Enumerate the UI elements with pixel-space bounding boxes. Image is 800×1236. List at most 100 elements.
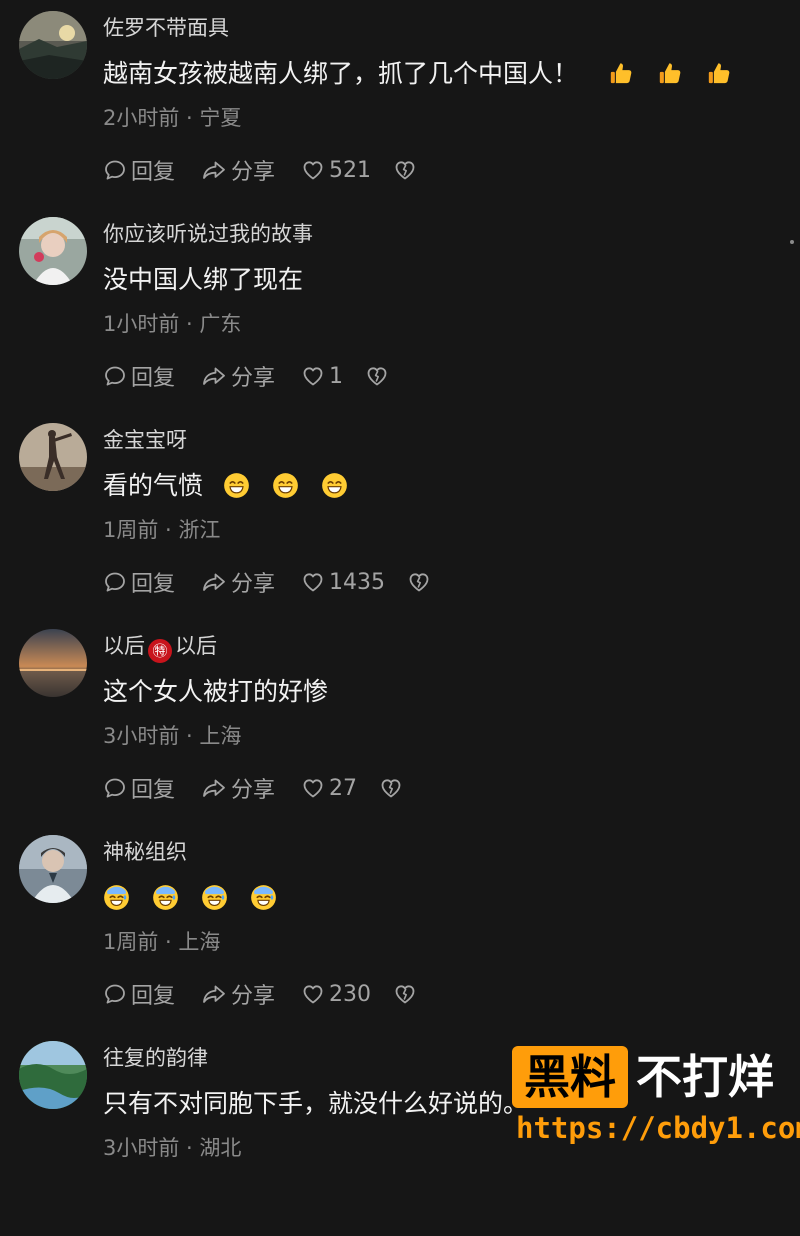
reply-button[interactable]: 回复 — [103, 566, 201, 598]
avatar[interactable] — [19, 11, 87, 79]
dislike-button[interactable] — [393, 158, 417, 182]
dislike-button[interactable] — [393, 982, 417, 1006]
comment-meta: 1小时前 · 广东 — [103, 312, 242, 336]
avatar[interactable] — [19, 835, 87, 903]
comment-text-body: 越南女孩被越南人绑了，抓了几个中国人！ — [103, 59, 579, 88]
share-icon — [201, 570, 227, 594]
username[interactable]: 金宝宝呀 — [103, 426, 187, 454]
avatar[interactable] — [19, 217, 87, 285]
username[interactable]: 佐罗不带面具 — [103, 14, 229, 42]
reply-button[interactable]: 回复 — [103, 154, 201, 186]
cold-sweat-face-icon — [103, 884, 130, 911]
comment-time: 3小时前 — [103, 1136, 180, 1160]
share-button[interactable]: 分享 — [201, 360, 301, 392]
reply-icon — [103, 570, 127, 594]
reply-label: 回复 — [131, 984, 176, 1009]
grinning-face-icon — [321, 472, 348, 499]
comment-text — [103, 880, 291, 916]
share-label: 分享 — [231, 572, 276, 597]
like-count: 521 — [329, 157, 371, 183]
share-icon — [201, 364, 227, 388]
watermark-url: https://cbdy1.com — [516, 1111, 800, 1145]
heart-icon — [301, 570, 325, 594]
comment-text: 没中国人绑了现在 — [103, 265, 304, 294]
heart-icon — [301, 158, 325, 182]
like-count: 1 — [329, 363, 343, 389]
dislike-button[interactable] — [379, 776, 403, 800]
like-count: 1435 — [329, 569, 385, 595]
comment-time: 3小时前 — [103, 724, 180, 748]
heart-icon — [301, 364, 325, 388]
reply-button[interactable]: 回复 — [103, 978, 201, 1010]
like-button[interactable]: 27 — [301, 776, 357, 801]
comment-item: 以后㊕以后 这个女人被打的好惨 3小时前 · 上海 回复 分享 27 — [0, 618, 800, 824]
comment-actions: 回复 分享 230 — [103, 976, 417, 1012]
comment-location: 宁夏 — [199, 106, 242, 130]
share-icon — [201, 776, 227, 800]
watermark: 黑料 不打烊 https://cbdy1.com — [512, 1044, 800, 1153]
dislike-button[interactable] — [365, 364, 389, 388]
badge-icon: ㊕ — [148, 639, 172, 663]
reply-label: 回复 — [131, 572, 176, 597]
like-button[interactable]: 521 — [301, 158, 371, 183]
reply-icon — [103, 364, 127, 388]
username-part: 以后 — [175, 634, 217, 658]
avatar[interactable] — [19, 423, 87, 491]
comment-text: 越南女孩被越南人绑了，抓了几个中国人！ — [103, 56, 747, 92]
share-label: 分享 — [231, 366, 276, 391]
username[interactable]: 往复的韵律 — [103, 1044, 208, 1072]
comment-actions: 回复 分享 1 — [103, 358, 389, 394]
comment-meta: 2小时前 · 宁夏 — [103, 106, 242, 130]
like-count: 230 — [329, 981, 371, 1007]
share-label: 分享 — [231, 160, 276, 185]
comment-meta: 3小时前 · 湖北 — [103, 1136, 242, 1160]
avatar[interactable] — [19, 1041, 87, 1109]
reply-button[interactable]: 回复 — [103, 772, 201, 804]
avatar[interactable] — [19, 629, 87, 697]
comment-item: 你应该听说过我的故事 没中国人绑了现在 1小时前 · 广东 回复 分享 1 — [0, 206, 800, 412]
like-button[interactable]: 1 — [301, 364, 343, 389]
comment-time: 2小时前 — [103, 106, 180, 130]
comment-location: 上海 — [199, 724, 242, 748]
username[interactable]: 神秘组织 — [103, 838, 187, 866]
comment-text: 只有不对同胞下手，就没什么好说的。 — [103, 1089, 529, 1118]
comment-actions: 回复 分享 521 — [103, 152, 417, 188]
comment-time: 1周前 — [103, 930, 159, 954]
comment-meta: 3小时前 · 上海 — [103, 724, 242, 748]
grinning-face-icon — [223, 472, 250, 499]
like-button[interactable]: 230 — [301, 982, 371, 1007]
comment-location: 上海 — [178, 930, 221, 954]
share-button[interactable]: 分享 — [201, 772, 301, 804]
dislike-button[interactable] — [407, 570, 431, 594]
broken-heart-icon — [379, 776, 403, 800]
comment-location: 广东 — [199, 312, 242, 336]
heart-icon — [301, 982, 325, 1006]
username[interactable]: 以后㊕以后 — [103, 632, 217, 663]
share-button[interactable]: 分享 — [201, 978, 301, 1010]
avatar-image — [19, 11, 87, 79]
cold-sweat-face-icon — [201, 884, 228, 911]
comment-item: 佐罗不带面具 越南女孩被越南人绑了，抓了几个中国人！ 2小时前 · 宁夏 回复 … — [0, 0, 800, 206]
cold-sweat-face-icon — [152, 884, 179, 911]
like-count: 27 — [329, 775, 357, 801]
comment-actions: 回复 分享 27 — [103, 770, 403, 806]
comment-text: 看的气愤 — [103, 468, 362, 504]
thumbs-up-icon — [608, 60, 635, 87]
comment-text: 这个女人被打的好惨 — [103, 677, 329, 706]
like-button[interactable]: 1435 — [301, 570, 385, 595]
avatar-image — [19, 629, 87, 697]
comment-location: 浙江 — [178, 518, 221, 542]
broken-heart-icon — [393, 158, 417, 182]
share-label: 分享 — [231, 984, 276, 1009]
reply-icon — [103, 158, 127, 182]
comment-text-body: 看的气愤 — [103, 471, 204, 500]
username-part: 以后 — [103, 634, 145, 658]
reply-button[interactable]: 回复 — [103, 360, 201, 392]
reply-icon — [103, 776, 127, 800]
share-button[interactable]: 分享 — [201, 566, 301, 598]
share-button[interactable]: 分享 — [201, 154, 301, 186]
avatar-image — [19, 217, 87, 285]
thumbs-up-icon — [706, 60, 733, 87]
username[interactable]: 你应该听说过我的故事 — [103, 220, 313, 248]
comment-item: 神秘组织 1周前 · 上海 回复 分享 230 — [0, 824, 800, 1030]
